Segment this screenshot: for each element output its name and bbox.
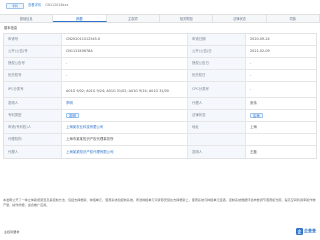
brand-logo: 企 企查查 [296, 228, 316, 235]
row-value: CN112345678A [62, 46, 188, 57]
row-value: - [250, 87, 252, 92]
tab-bar: 基础信息 摘要 主权项 相关附图 法律状态 同族 [0, 14, 320, 23]
row-label: 授权公告号 [4, 58, 62, 69]
row-label: 优先权日 [188, 70, 246, 81]
row-value: A01G 9/02; A01G 9/24; A01G 31/02; A01G 9… [62, 82, 188, 97]
table-row: 专利类型 发明 法律状态 实审 [4, 110, 316, 122]
row-label: 专利类型 [4, 110, 62, 121]
row-label [188, 134, 246, 145]
row-value: 2021-02-09 [250, 49, 270, 54]
tab-claims[interactable]: 主权项 [107, 15, 160, 22]
row-value: CN202011012545.X [62, 34, 188, 45]
row-value: 2020-09-24 [250, 37, 270, 42]
row-label: 代理人 [4, 146, 62, 158]
ipc-codes: A01G 9/02; A01G 9/24; A01G 31/02; A01G 9… [66, 88, 169, 93]
applicant-link[interactable]: 上海某农业科技有限公司 [66, 125, 103, 129]
row-value: - [62, 58, 188, 69]
table-row: 公开(公告)号 CN112345678A 公开(公告)日 2021-02-09 [4, 46, 316, 58]
row-label: 申请日期 [188, 34, 246, 45]
row-value: - [250, 73, 252, 78]
patent-type-badge: 发明 [66, 113, 79, 118]
logo-text: 企查查 [304, 228, 316, 234]
table-row: 代理人 上海某某知识产权代理有限公司 发明人 王磊 [4, 146, 316, 158]
table-row: 代理机构 上海市某某知识产权代理事务所 [4, 134, 316, 146]
logo-icon: 企 [296, 228, 303, 235]
row-label: 代理人 [188, 98, 246, 109]
tab-family[interactable]: 同族 [267, 15, 320, 22]
row-label: 授权公告日 [188, 58, 246, 69]
row-label: 代理机构 [4, 134, 62, 145]
tab-legal[interactable]: 法律状态 [213, 15, 267, 22]
row-label: 发明人 [188, 146, 246, 158]
abstract-text: 本发明公开了一种立体栽培装置及其控制方法，包括支撑框架、种植单元、灌溉系统和控制… [3, 198, 316, 207]
row-label: 法律状态 [188, 110, 246, 121]
tab-figures[interactable]: 相关附图 [160, 15, 214, 22]
table-row: 优先权号 - 优先权日 - [4, 70, 316, 82]
row-label: 公开(公告)日 [188, 46, 246, 57]
table-row: 申请号 CN202011012545.X 申请日期 2020-09-24 [4, 34, 316, 46]
patent-number-title: CN112018xxx [45, 3, 69, 8]
row-value: 王磊 [250, 149, 257, 154]
tab-abstract[interactable]: 摘要 [53, 15, 107, 22]
legal-status-badge: 实审 [250, 113, 263, 118]
detail-link[interactable]: 查看详情 [28, 3, 41, 8]
row-value: 上海市某某知识产权代理事务所 [62, 134, 188, 145]
info-table: 申请号 CN202011012545.X 申请日期 2020-09-24 公开(… [3, 33, 317, 159]
table-row: 申请(专利权)人 上海某农业科技有限公司 地址 上海 [4, 122, 316, 134]
row-value: 实审 [246, 110, 316, 121]
row-label: IPC分类号 [4, 82, 62, 97]
title-bar: 专利 查看详情 CN112018xxx [0, 0, 320, 12]
row-value: 张伟 [250, 101, 257, 106]
row-value: 上海某农业科技有限公司 [62, 122, 188, 133]
type-badge: 专利 [6, 3, 24, 9]
row-label: 申请(专利权)人 [4, 122, 62, 133]
inventor-link[interactable]: 李明 [66, 101, 73, 105]
table-row: 发明人 李明 代理人 张伟 [4, 98, 316, 110]
row-value: - [250, 61, 252, 66]
tab-basic[interactable]: 基础信息 [0, 15, 54, 22]
row-value: 上海 [250, 125, 257, 130]
row-value [246, 134, 316, 145]
row-label: 地址 [188, 122, 246, 133]
row-value: - [62, 70, 188, 81]
row-label: CPC分类号 [188, 82, 246, 97]
row-label: 公开(公告)号 [4, 46, 62, 57]
row-value: 李明 [62, 98, 188, 109]
row-value: 发明 [62, 110, 188, 121]
row-label: 申请号 [4, 34, 62, 45]
claims-label: 主权利要求 [4, 230, 20, 234]
table-row: 授权公告号 - 授权公告日 - [4, 58, 316, 70]
table-row: IPC分类号 A01G 9/02; A01G 9/24; A01G 31/02;… [4, 82, 316, 98]
row-label: 发明人 [4, 98, 62, 109]
agency-link[interactable]: 上海某某知识产权代理有限公司 [66, 150, 113, 154]
section-title: 基本信息 [4, 26, 18, 30]
row-label: 优先权号 [4, 70, 62, 81]
row-value: 上海某某知识产权代理有限公司 [62, 146, 188, 158]
